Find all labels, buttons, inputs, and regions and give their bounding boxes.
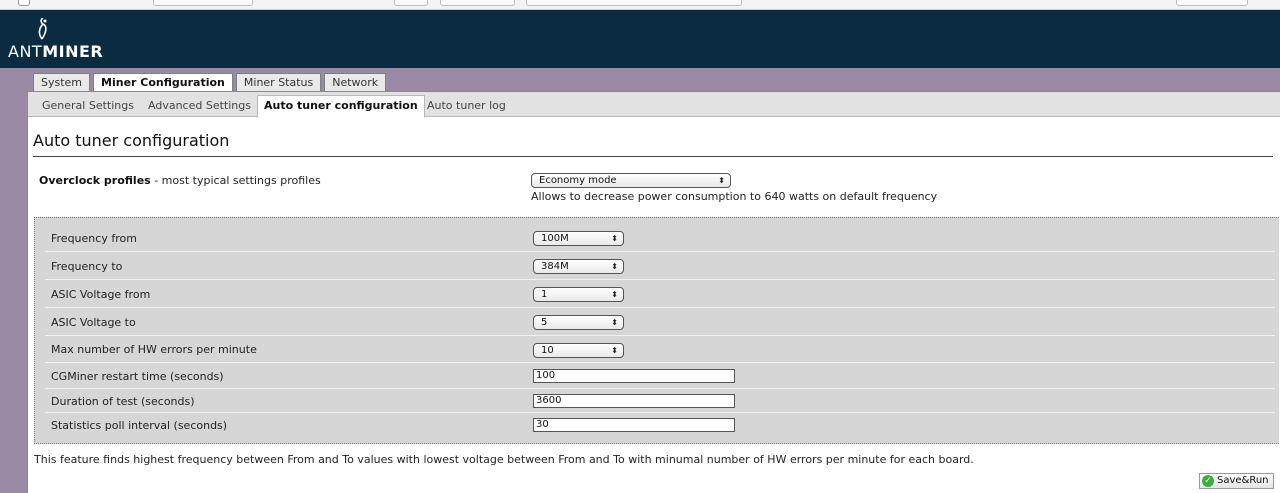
select-arrows-icon: ⬍ bbox=[611, 318, 618, 327]
overclock-profiles-hint: - most typical settings profiles bbox=[150, 174, 321, 187]
frequency-from-select[interactable]: 100M ⬍ bbox=[533, 231, 624, 246]
duration-of-test-label: Duration of test (seconds) bbox=[51, 395, 195, 408]
overclock-profile-description: Allows to decrease power consumption to … bbox=[531, 190, 938, 203]
browser-toolbar-field[interactable] bbox=[526, 0, 742, 6]
asic-voltage-from-label: ASIC Voltage from bbox=[51, 288, 151, 301]
statistics-poll-interval-input[interactable]: 30 bbox=[533, 418, 735, 432]
browser-toolbar-button[interactable] bbox=[394, 0, 428, 6]
tab-system[interactable]: System bbox=[33, 73, 91, 92]
statistics-poll-interval-label: Statistics poll interval (seconds) bbox=[51, 419, 228, 432]
tuner-settings-box: Frequency from 100M ⬍ Frequency to 384M … bbox=[34, 217, 1279, 444]
overclock-profile-value: Economy mode bbox=[539, 175, 617, 186]
title-divider bbox=[33, 156, 1273, 157]
select-arrows-icon: ⬍ bbox=[611, 262, 618, 271]
max-hw-errors-select[interactable]: 10 ⬍ bbox=[533, 343, 624, 358]
subtab-auto-tuner-configuration[interactable]: Auto tuner configuration bbox=[257, 95, 425, 118]
frequency-to-label: Frequency to bbox=[51, 260, 123, 273]
frequency-to-value: 384M bbox=[541, 261, 569, 272]
select-arrows-icon: ⬍ bbox=[611, 346, 618, 355]
subtab-general-settings[interactable]: General Settings bbox=[36, 96, 140, 117]
row-divider bbox=[45, 362, 1275, 363]
browser-toolbar-button[interactable] bbox=[440, 0, 515, 6]
cgminer-restart-time-input[interactable]: 100 bbox=[533, 369, 735, 383]
tab-miner-status[interactable]: Miner Status bbox=[235, 73, 322, 92]
overclock-profile-select[interactable]: Economy mode ⬍ bbox=[531, 173, 731, 188]
browser-toolbar-field[interactable] bbox=[153, 0, 253, 6]
select-arrows-icon: ⬍ bbox=[611, 290, 618, 299]
asic-voltage-from-select[interactable]: 1 ⬍ bbox=[533, 287, 624, 302]
ant-logo-icon bbox=[38, 18, 47, 40]
frequency-to-select[interactable]: 384M ⬍ bbox=[533, 259, 624, 274]
checkmark-icon: ✓ bbox=[1202, 475, 1214, 487]
asic-voltage-to-select[interactable]: 5 ⬍ bbox=[533, 315, 624, 330]
subtab-auto-tuner-log[interactable]: Auto tuner log bbox=[421, 96, 512, 117]
logo-text-suffix: MINER bbox=[42, 42, 104, 61]
logo-text-prefix: ANT bbox=[8, 42, 43, 61]
overclock-profiles-label: Overclock profiles - most typical settin… bbox=[39, 174, 321, 187]
frequency-from-label: Frequency from bbox=[51, 232, 137, 245]
subtab-advanced-settings[interactable]: Advanced Settings bbox=[142, 96, 257, 117]
asic-voltage-from-value: 1 bbox=[541, 289, 548, 300]
content-panel: General Settings Advanced Settings Auto … bbox=[27, 91, 1280, 493]
row-divider bbox=[45, 279, 1275, 280]
save-and-run-label: Save&Run bbox=[1217, 475, 1269, 486]
browser-toolbar-button[interactable] bbox=[1176, 0, 1248, 6]
tab-network[interactable]: Network bbox=[324, 73, 387, 92]
frequency-from-value: 100M bbox=[541, 233, 569, 244]
page-title: Auto tuner configuration bbox=[33, 131, 230, 150]
sub-tabs: General Settings Advanced Settings Auto … bbox=[28, 92, 1280, 118]
asic-voltage-to-label: ASIC Voltage to bbox=[51, 316, 136, 329]
overclock-profiles-title: Overclock profiles bbox=[39, 174, 151, 187]
max-hw-errors-label: Max number of HW errors per minute bbox=[51, 343, 257, 356]
asic-voltage-to-value: 5 bbox=[541, 317, 548, 328]
browser-toolbar bbox=[0, 0, 1280, 10]
select-arrows-icon: ⬍ bbox=[718, 176, 725, 185]
cgminer-restart-time-label: CGMiner restart time (seconds) bbox=[51, 370, 224, 383]
main-tabs: System Miner Configuration Miner Status … bbox=[33, 73, 387, 93]
row-divider bbox=[45, 388, 1275, 389]
duration-of-test-input[interactable]: 3600 bbox=[533, 394, 735, 408]
select-arrows-icon: ⬍ bbox=[611, 234, 618, 243]
app-header: ANTMINER bbox=[0, 10, 1280, 68]
max-hw-errors-value: 10 bbox=[541, 345, 554, 356]
row-divider bbox=[45, 335, 1275, 336]
tab-miner-configuration[interactable]: Miner Configuration bbox=[93, 73, 233, 93]
browser-checkbox[interactable] bbox=[18, 0, 30, 6]
save-and-run-button[interactable]: ✓ Save&Run bbox=[1199, 473, 1274, 489]
row-divider bbox=[45, 251, 1275, 252]
row-divider bbox=[45, 412, 1275, 413]
feature-description: This feature finds highest frequency bet… bbox=[34, 453, 974, 466]
row-divider bbox=[45, 307, 1275, 308]
